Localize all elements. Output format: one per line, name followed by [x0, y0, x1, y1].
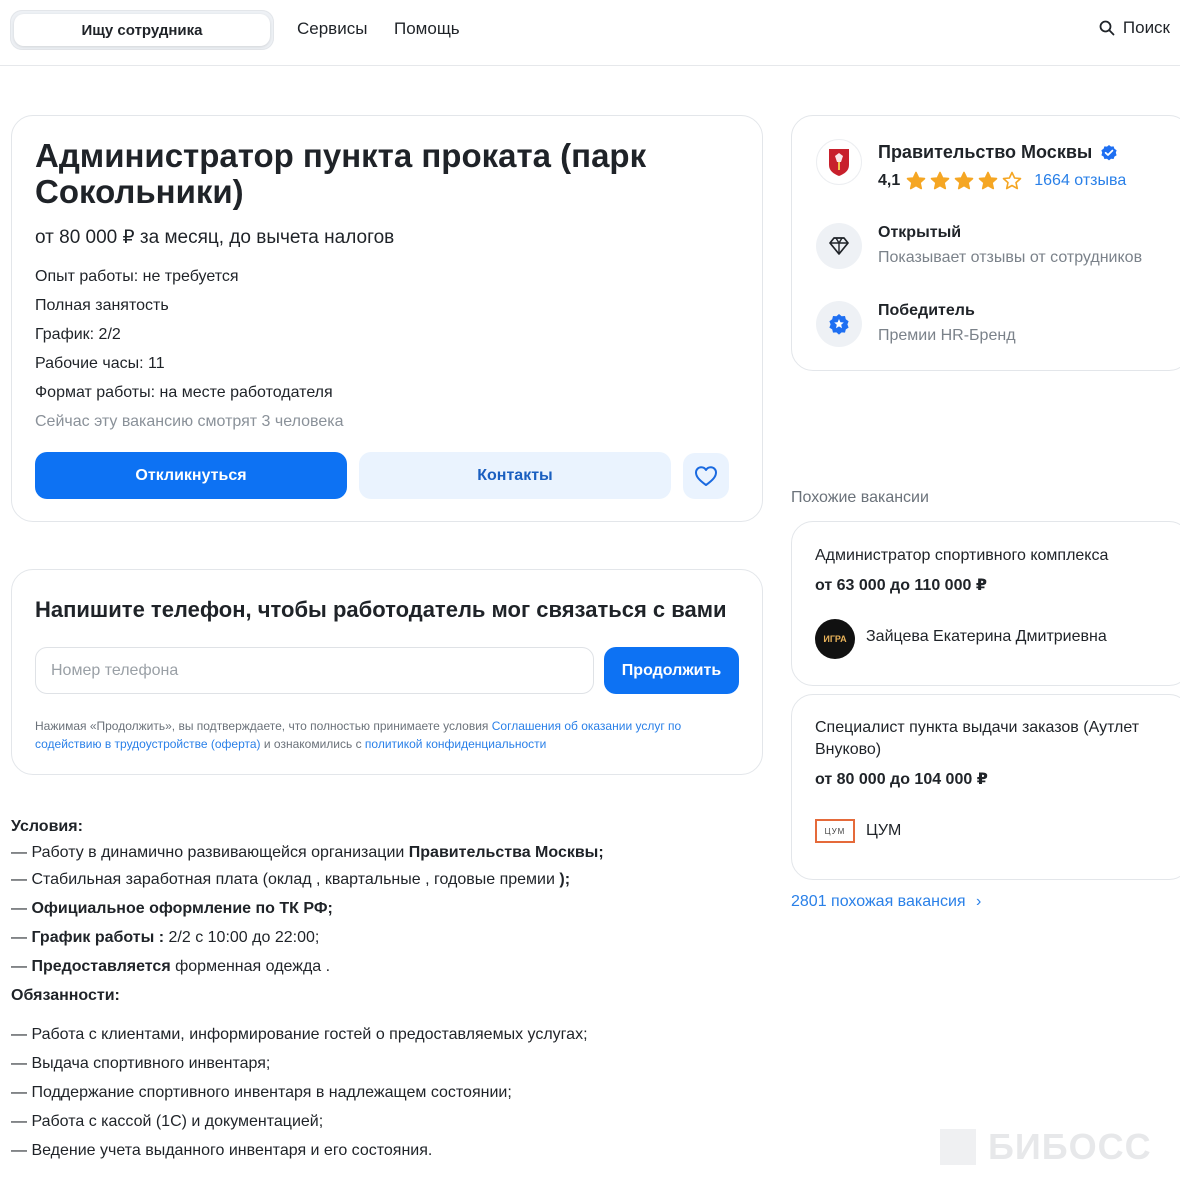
fact-schedule: График: 2/2 [35, 326, 121, 343]
chevron-right-icon: › [976, 893, 982, 910]
verified-icon [1101, 144, 1117, 160]
employer-name-row[interactable]: Правительство Москвы [878, 142, 1118, 163]
similar-vacancy-salary: от 63 000 до 110 000 ₽ [815, 577, 987, 594]
similar-title: Похожие вакансии [791, 489, 929, 506]
fact-employment: Полная занятость [35, 297, 169, 314]
similar-vacancy-title[interactable]: Специалист пункта выдачи заказов (Аутлет… [815, 717, 1175, 761]
phone-form-title: Напишите телефон, чтобы работодатель мог… [35, 597, 727, 622]
vacancy-card: Администратор пункта проката (парк Сокол… [11, 115, 763, 522]
condition-text: — [11, 900, 32, 917]
star-icon [906, 171, 926, 190]
conditions-heading: Условия: [11, 818, 83, 835]
badge-open-title: Открытый [878, 224, 962, 241]
diamond-icon [829, 237, 849, 255]
rating-value: 4,1 [878, 172, 901, 189]
duty-item: — Работа с клиентами, информирование гос… [11, 1026, 588, 1043]
vacancy-salary: от 80 000 ₽ за месяц, до вычета налогов [35, 227, 395, 248]
condition-text: — Работу в динамично развивающейся орган… [11, 844, 409, 861]
condition-text: — [11, 929, 32, 946]
search-icon [1099, 20, 1115, 36]
employer-name[interactable]: Правительство Москвы [878, 142, 1092, 163]
watermark: БИБОСС [940, 1126, 1152, 1168]
duty-item: — Выдача спортивного инвентаря; [11, 1055, 271, 1072]
duty-item: — Ведение учета выданного инвентаря и ег… [11, 1142, 433, 1159]
phone-input[interactable] [35, 647, 594, 694]
badge-open-subtitle: Показывает отзывы от сотрудников [878, 249, 1143, 266]
role-tab-employer[interactable]: Ищу сотрудника [14, 14, 270, 46]
phone-form-card: Напишите телефон, чтобы работодатель мог… [11, 569, 763, 775]
continue-button[interactable]: Продолжить [604, 647, 739, 694]
similar-vacancy-card[interactable]: Администратор спортивного комплекса от 6… [791, 521, 1180, 686]
badge-winner-subtitle: Премии HR-Бренд [878, 327, 1016, 344]
duties-heading: Обязанности: [11, 987, 120, 1004]
badge-open-icon-wrap [816, 223, 862, 269]
moscow-coat-of-arms-icon [829, 149, 849, 176]
fact-format: Формат работы: на месте работодателя [35, 384, 333, 401]
condition-tail: форменная одежда . [170, 958, 331, 975]
heart-icon [695, 466, 717, 486]
badge-winner-icon-wrap [816, 301, 862, 347]
vacancy-facts: Опыт работы: не требуется Полная занятос… [35, 262, 343, 436]
company-logo: ИГРА [815, 619, 855, 659]
search-button[interactable]: Поиск [1099, 18, 1170, 38]
condition-bold: Официальное оформление по ТК РФ; [31, 900, 333, 917]
similar-vacancy-company[interactable]: Зайцева Екатерина Дмитриевна [866, 628, 1107, 646]
privacy-link[interactable]: политикой конфиденциальности [365, 737, 546, 751]
apply-button[interactable]: Откликнуться [35, 452, 347, 499]
similar-vacancy-title[interactable]: Администратор спортивного комплекса [815, 545, 1175, 567]
employer-rating[interactable]: 4,1 1664 отзыва [878, 171, 1126, 191]
nav-services[interactable]: Сервисы [297, 19, 367, 39]
vacancy-description: Условия: — Работу в динамично развивающе… [11, 812, 751, 1165]
badge-winner-title: Победитель [878, 302, 975, 319]
fact-experience: Опыт работы: не требуется [35, 268, 239, 285]
search-label: Поиск [1122, 18, 1170, 37]
legal-notice: Нажимая «Продолжить», вы подтверждаете, … [35, 717, 735, 753]
rating-stars [906, 171, 1022, 191]
duty-item: — Поддержание спортивного инвентаря в на… [11, 1084, 512, 1101]
watermark-text: БИБОСС [988, 1126, 1152, 1167]
more-similar-link[interactable]: 2801 похожая вакансия › [791, 893, 981, 911]
condition-bold: График работы : [31, 929, 165, 946]
star-award-icon [829, 314, 849, 335]
condition-item: — График работы : 2/2 с 10:00 до 22:00; [11, 923, 751, 952]
vacancy-title: Администратор пункта проката (парк Сокол… [35, 137, 647, 210]
legal-middle: и ознакомились с [260, 737, 365, 751]
favorite-button[interactable] [683, 453, 729, 499]
similar-vacancy-salary: от 80 000 до 104 000 ₽ [815, 771, 988, 788]
star-icon [1002, 171, 1022, 190]
condition-text: — Стабильная заработная плата (оклад , к… [11, 871, 560, 888]
reviews-link[interactable]: 1664 отзыва [1034, 172, 1126, 190]
role-switcher[interactable]: Ищу сотрудника [10, 10, 274, 50]
condition-bold: Правительства Москвы; [408, 844, 604, 861]
similar-vacancy-card[interactable]: Специалист пункта выдачи заказов (Аутлет… [791, 694, 1180, 880]
condition-bold: ); [559, 871, 571, 888]
condition-item: — Официальное оформление по ТК РФ; [11, 894, 751, 923]
fact-hours: Рабочие часы: 11 [35, 355, 165, 372]
condition-bold: Предоставляется [31, 958, 171, 975]
duty-item: — Работа с кассой (1С) и документацией; [11, 1113, 324, 1130]
employer-logo[interactable] [816, 139, 862, 185]
top-bar: Ищу сотрудника Сервисы Помощь Поиск [0, 0, 1180, 66]
condition-item: — Предоставляется форменная одежда . [11, 952, 751, 981]
contacts-button[interactable]: Контакты [359, 452, 671, 499]
star-icon [978, 171, 998, 190]
condition-item: — Работу в динамично развивающейся орган… [11, 841, 751, 865]
condition-tail: 2/2 с 10:00 до 22:00; [164, 929, 320, 946]
more-similar-label: 2801 похожая вакансия [791, 893, 966, 910]
employer-card: Правительство Москвы 4,1 1664 отзыва Отк… [791, 115, 1180, 371]
similar-vacancy-company[interactable]: ЦУМ [866, 822, 901, 840]
condition-item: — Стабильная заработная плата (оклад , к… [11, 865, 751, 894]
star-icon [954, 171, 974, 190]
legal-prefix: Нажимая «Продолжить», вы подтверждаете, … [35, 719, 492, 733]
watermark-logo [940, 1129, 976, 1165]
nav-help[interactable]: Помощь [394, 19, 460, 39]
company-logo: ЦУМ [815, 819, 855, 843]
star-icon [930, 171, 950, 190]
viewers-note: Сейчас эту вакансию смотрят 3 человека [35, 413, 344, 430]
condition-text: — [11, 958, 32, 975]
